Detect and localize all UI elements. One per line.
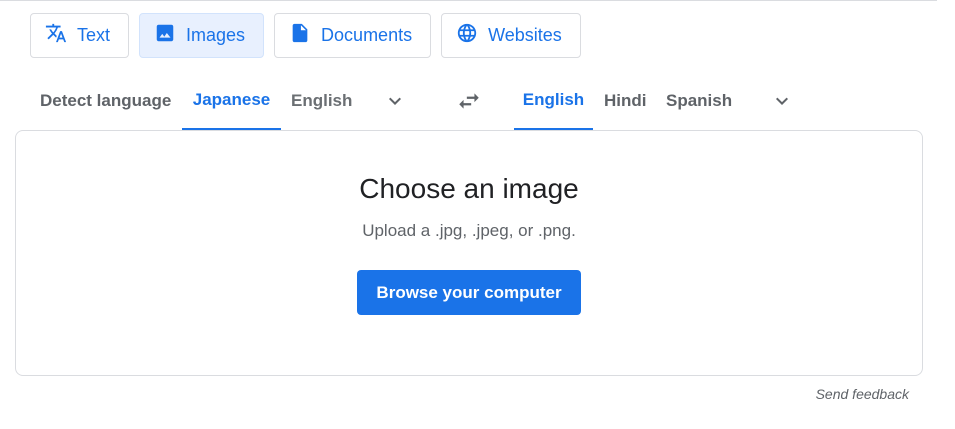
- target-more-languages-button[interactable]: [770, 89, 794, 113]
- target-lang-english[interactable]: English: [514, 72, 593, 130]
- mode-websites-button[interactable]: Websites: [441, 13, 581, 58]
- source-more-languages-button[interactable]: [383, 89, 407, 113]
- mode-text-button[interactable]: Text: [30, 13, 130, 58]
- translation-mode-bar: Text Images Documents Websites: [30, 13, 581, 58]
- swap-arrows-icon: [456, 93, 482, 118]
- chevron-down-icon: [383, 97, 407, 117]
- globe-icon: [456, 22, 478, 49]
- mode-documents-label: Documents: [321, 25, 413, 45]
- mode-images-label: Images: [186, 25, 246, 45]
- upload-subtitle: Upload a .jpg, .jpeg, or .png.: [362, 221, 576, 240]
- source-lang-detect[interactable]: Detect language: [30, 72, 181, 130]
- send-feedback-link[interactable]: Send feedback: [816, 386, 909, 402]
- mode-documents-button[interactable]: Documents: [274, 13, 432, 58]
- source-lang-english[interactable]: English: [281, 72, 362, 130]
- target-lang-spanish[interactable]: Spanish: [656, 72, 742, 130]
- target-lang-hindi[interactable]: Hindi: [594, 72, 657, 130]
- browse-computer-button[interactable]: Browse your computer: [357, 270, 581, 315]
- top-divider: [0, 0, 955, 1]
- document-icon: [289, 22, 311, 49]
- image-icon: [154, 22, 176, 49]
- source-lang-japanese[interactable]: Japanese: [182, 72, 281, 130]
- mode-websites-label: Websites: [488, 25, 562, 45]
- swap-languages-button[interactable]: [456, 88, 482, 114]
- mode-text-label: Text: [77, 25, 111, 45]
- language-selector-row: Detect language Japanese English English…: [0, 72, 955, 130]
- translate-icon: [45, 22, 67, 49]
- image-upload-panel[interactable]: Choose an image Upload a .jpg, .jpeg, or…: [15, 130, 923, 376]
- chevron-down-icon: [770, 97, 794, 117]
- mode-images-button[interactable]: Images: [139, 13, 265, 58]
- upload-title: Choose an image: [359, 173, 579, 204]
